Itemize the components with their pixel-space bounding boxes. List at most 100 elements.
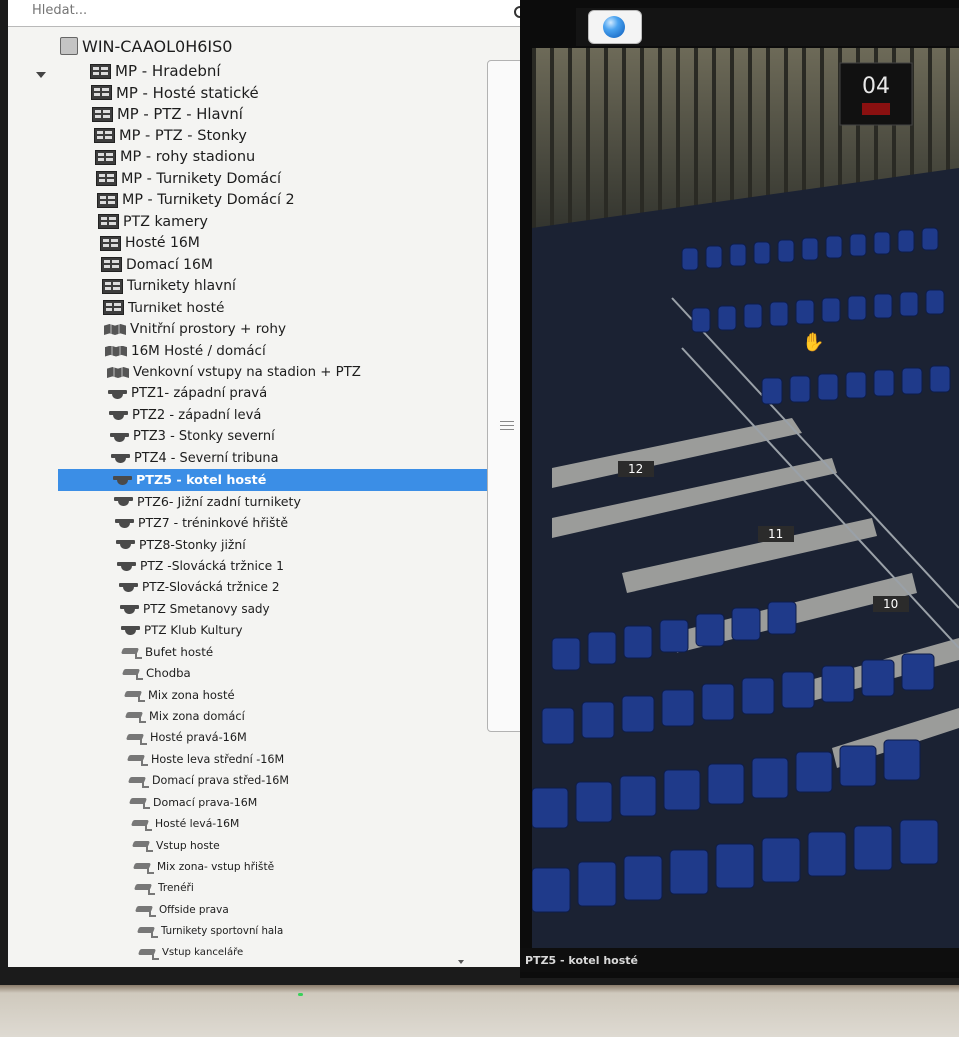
tree-item[interactable]: Roh JZ <box>140 963 195 967</box>
scoreboard-value: 04 <box>862 74 890 99</box>
tree-item[interactable]: MP - rohy stadionu <box>95 146 255 168</box>
layout-grid-icon <box>97 192 118 208</box>
tree-item[interactable]: Mix zona hosté <box>125 684 235 706</box>
tree-item[interactable]: Trenéři <box>135 877 194 899</box>
tree-item[interactable]: 16M Hosté / domácí <box>105 340 266 362</box>
tree-item[interactable]: PTZ kamery <box>98 211 208 233</box>
stadium-seat <box>901 653 935 691</box>
tree-item[interactable]: Vstup hoste <box>133 834 220 856</box>
tree-item[interactable]: Turniket hosté <box>103 297 224 319</box>
stadium-seat <box>743 303 763 329</box>
tree-item[interactable]: PTZ4 - Severní tribuna <box>111 447 278 469</box>
tree-item-label: Mix zona hosté <box>148 687 235 702</box>
tree-item-label: Trenéři <box>158 882 194 894</box>
tree-item-label: Mix zona domácí <box>149 709 245 723</box>
tree-item-label: PTZ3 - Stonky severní <box>133 429 275 444</box>
stadium-seat <box>929 365 951 393</box>
stadium-seat <box>899 819 939 865</box>
tree-item[interactable]: PTZ-Slovácká tržnice 2 <box>119 576 280 598</box>
tree-item-label: Offside prava <box>159 903 229 916</box>
layout-grid-icon <box>100 235 121 251</box>
stadium-seat <box>873 231 891 255</box>
ptz-camera-icon <box>121 624 140 636</box>
map-icon <box>107 365 129 379</box>
tree-item[interactable]: Hosté 16M <box>100 232 200 254</box>
live-status-button[interactable] <box>588 10 642 44</box>
tree-item[interactable]: Turnikety hlavní <box>102 275 236 297</box>
fixed-camera-icon <box>138 925 158 938</box>
tree-item[interactable]: Vstup kanceláře <box>139 942 243 964</box>
video-caption: PTZ5 - kotel hosté <box>520 948 959 972</box>
tree-item[interactable]: PTZ7 - tréninkové hřiště <box>115 512 288 534</box>
stadium-seat <box>715 843 755 889</box>
row-marker: 10 <box>883 597 898 611</box>
stadium-seat <box>619 775 657 817</box>
tree-item[interactable]: Turnikety sportovní hala <box>138 920 283 942</box>
tree-item-label: Hosté levá-16M <box>155 817 240 830</box>
stadium-seat <box>795 299 815 325</box>
tree-item[interactable]: MP - Turnikety Domácí 2 <box>97 189 295 211</box>
server-icon <box>60 37 78 55</box>
stadium-seat <box>847 295 867 321</box>
tree-item[interactable]: Domací 16M <box>101 254 213 276</box>
server-label: WIN-CAAOL0H6IS0 <box>82 36 233 56</box>
tree-item-label: Hosté pravá-16M <box>150 731 247 744</box>
tree-item[interactable]: PTZ6- Jižní zadní turnikety <box>114 490 301 512</box>
tree-item[interactable]: PTZ8-Stonky jižní <box>116 533 246 555</box>
tree-item-label: MP - PTZ - Hlavní <box>117 105 243 123</box>
tree-item[interactable]: MP - PTZ - Hlavní <box>92 103 243 125</box>
search-input[interactable] <box>30 0 504 20</box>
tree-item[interactable]: PTZ2 - západní levá <box>109 404 261 426</box>
tree-item[interactable]: Mix zona- vstup hřiště <box>134 856 274 878</box>
stadium-seat <box>789 375 811 403</box>
tree-item[interactable]: Chodba <box>123 662 191 684</box>
tree-item[interactable]: MP - PTZ - Stonky <box>94 125 247 147</box>
tree-item-selected[interactable]: PTZ5 - kotel hosté <box>58 468 543 491</box>
stadium-seat <box>575 781 613 823</box>
live-video-feed[interactable]: 04 12 11 10 ✋ <box>531 48 959 948</box>
tree-item[interactable]: PTZ Klub Kultury <box>121 619 243 641</box>
layout-grid-icon <box>103 300 124 315</box>
tree-item-label: MP - rohy stadionu <box>120 149 256 165</box>
tree-item[interactable]: Venkovní vstupy na stadion + PTZ <box>107 361 361 383</box>
tree-item[interactable]: PTZ1- západní pravá <box>108 383 267 405</box>
tree-item[interactable]: Hoste leva střední -16M <box>128 748 284 770</box>
tree-item[interactable]: Hosté levá-16M <box>132 813 239 835</box>
tree-item[interactable]: Offside prava <box>136 899 229 921</box>
layout-grid-icon <box>102 278 123 294</box>
expand-toggle-icon[interactable] <box>36 72 46 78</box>
tree-item-label: Turnikety sportovní hala <box>161 925 284 937</box>
tree-item-label: PTZ1- západní pravá <box>131 386 268 401</box>
tree-item[interactable]: Domací prava střed-16M <box>129 770 289 792</box>
tree-item-label: PTZ2 - západní levá <box>132 407 262 423</box>
status-orb-icon <box>603 16 625 38</box>
tree-item[interactable]: Hosté pravá-16M <box>127 727 247 749</box>
tree-item[interactable]: MP - Hradební <box>90 60 221 82</box>
tree-item[interactable]: Mix zona domácí <box>126 705 245 727</box>
layout-grid-icon <box>90 63 111 79</box>
server-node[interactable]: WIN-CAAOL0H6IS0 <box>60 35 232 57</box>
stadium-seat <box>861 659 895 697</box>
tree-item[interactable]: MP - Turnikety Domácí <box>96 168 281 190</box>
tree-item-label: PTZ7 - tréninkové hřiště <box>138 515 289 530</box>
fixed-camera-icon <box>133 839 153 852</box>
ptz-camera-icon <box>119 581 138 593</box>
tree-item[interactable]: Bufet hosté <box>122 641 213 663</box>
tree-item[interactable]: PTZ -Slovácká tržnice 1 <box>117 555 284 577</box>
tree-item-label: Domací prava střed-16M <box>152 774 289 787</box>
stadium-seat <box>899 291 919 317</box>
stadium-seat <box>663 769 701 811</box>
tree-item[interactable]: PTZ Smetanovy sady <box>120 598 270 620</box>
ptz-camera-icon <box>111 452 130 464</box>
tree-item-label: PTZ Klub Kultury <box>144 623 243 637</box>
tree-item-label: PTZ6- Jižní zadní turnikety <box>137 493 301 509</box>
tree-item-label: PTZ kamery <box>123 213 208 230</box>
stadium-seat <box>761 377 783 405</box>
tree-item[interactable]: MP - Hosté statické <box>91 82 259 104</box>
tree-item[interactable]: Vnitřní prostory + rohy <box>104 318 286 340</box>
stadium-seat <box>883 739 921 781</box>
tree-item[interactable]: PTZ3 - Stonky severní <box>110 426 275 448</box>
tree-item[interactable]: Domací prava-16M <box>130 791 257 813</box>
scrollbar-grip-icon[interactable] <box>500 421 514 431</box>
scroll-down-icon[interactable] <box>458 960 464 964</box>
